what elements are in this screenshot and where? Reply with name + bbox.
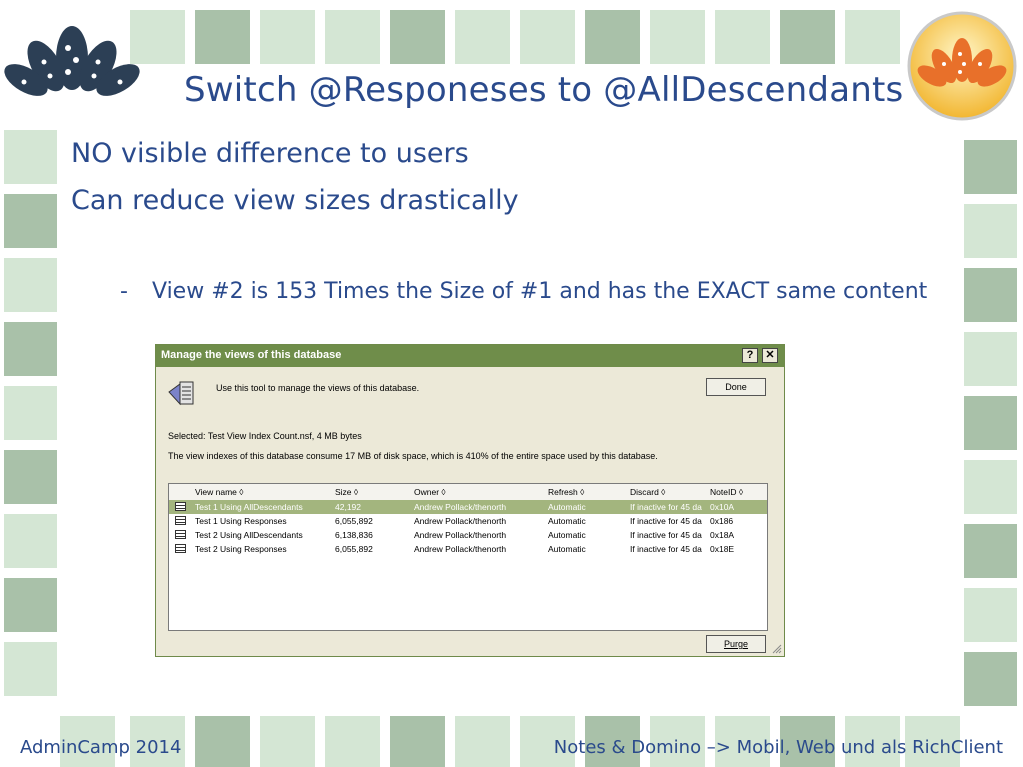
background-tile bbox=[4, 386, 57, 440]
column-view-name[interactable]: View name ◊ bbox=[195, 487, 243, 497]
slide-title: Switch @Responeses to @AllDescendants bbox=[184, 70, 904, 110]
background-tile bbox=[260, 716, 315, 767]
help-button[interactable]: ? bbox=[742, 348, 758, 363]
view-icon bbox=[175, 502, 186, 511]
cell-owner: Andrew Pollack/thenorth bbox=[414, 544, 507, 554]
background-tile bbox=[585, 10, 640, 64]
cell-view-name: Test 2 Using AllDescendants bbox=[195, 530, 303, 540]
manage-views-dialog: Manage the views of this database ? ✕ Us… bbox=[155, 344, 785, 657]
background-tile bbox=[4, 514, 57, 568]
cell-noteid: 0x18E bbox=[710, 544, 735, 554]
cell-view-name: Test 1 Using AllDescendants bbox=[195, 502, 303, 512]
bullet-2: Can reduce view sizes drastically bbox=[71, 185, 519, 216]
cell-noteid: 0x10A bbox=[710, 502, 735, 512]
background-tile bbox=[195, 716, 250, 767]
background-tile bbox=[650, 10, 705, 64]
background-tile bbox=[4, 578, 57, 632]
cell-size: 6,138,836 bbox=[335, 530, 373, 540]
column-refresh[interactable]: Refresh ◊ bbox=[548, 487, 584, 497]
background-tile bbox=[4, 450, 57, 504]
cell-view-name: Test 1 Using Responses bbox=[195, 516, 287, 526]
background-tile bbox=[520, 10, 575, 64]
view-icon bbox=[175, 530, 186, 539]
cell-discard: If inactive for 45 da bbox=[630, 530, 702, 540]
background-tile bbox=[964, 652, 1017, 706]
sub-bullet-text: View #2 is 153 Times the Size of #1 and … bbox=[152, 279, 928, 304]
background-tile bbox=[964, 268, 1017, 322]
background-tile bbox=[964, 332, 1017, 386]
background-tile bbox=[4, 322, 57, 376]
background-tile bbox=[325, 10, 380, 64]
background-tile bbox=[390, 10, 445, 64]
background-tile bbox=[845, 10, 900, 64]
selected-database: Selected: Test View Index Count.nsf, 4 M… bbox=[168, 431, 362, 441]
background-tile bbox=[4, 194, 57, 248]
lotus-logo-left bbox=[4, 26, 140, 96]
cell-refresh: Automatic bbox=[548, 544, 586, 554]
column-size[interactable]: Size ◊ bbox=[335, 487, 358, 497]
cell-noteid: 0x186 bbox=[710, 516, 734, 526]
footer-right: Notes & Domino –> Mobil, Web und als Ric… bbox=[553, 737, 1003, 758]
table-row[interactable]: Test 1 Using AllDescendants 42,192 Andre… bbox=[169, 500, 767, 514]
background-tile bbox=[964, 588, 1017, 642]
cell-size: 42,192 bbox=[335, 502, 361, 512]
cell-discard: If inactive for 45 da bbox=[630, 544, 702, 554]
cell-noteid: 0x18A bbox=[710, 530, 735, 540]
background-tile bbox=[780, 10, 835, 64]
column-owner[interactable]: Owner ◊ bbox=[414, 487, 446, 497]
background-tile bbox=[325, 716, 380, 767]
footer-left: AdminCamp 2014 bbox=[20, 737, 182, 758]
background-tile bbox=[964, 396, 1017, 450]
views-tool-icon bbox=[168, 381, 194, 406]
cell-owner: Andrew Pollack/thenorth bbox=[414, 530, 507, 540]
background-tile bbox=[964, 204, 1017, 258]
column-noteid[interactable]: NoteID ◊ bbox=[710, 487, 743, 497]
background-tile bbox=[260, 10, 315, 64]
background-tile bbox=[4, 258, 57, 312]
sub-bullet-dash: - bbox=[120, 279, 128, 304]
background-tile bbox=[964, 460, 1017, 514]
view-icon bbox=[175, 544, 186, 553]
bullet-1: NO visible difference to users bbox=[71, 138, 469, 169]
sub-bullet: - View #2 is 153 Times the Size of #1 and… bbox=[120, 279, 927, 304]
lotus-logo-right bbox=[907, 11, 1017, 121]
cell-owner: Andrew Pollack/thenorth bbox=[414, 516, 507, 526]
background-tile bbox=[4, 130, 57, 184]
background-tile bbox=[455, 10, 510, 64]
background-tile bbox=[4, 642, 57, 696]
cell-size: 6,055,892 bbox=[335, 544, 373, 554]
cell-owner: Andrew Pollack/thenorth bbox=[414, 502, 507, 512]
background-tile bbox=[715, 10, 770, 64]
dialog-title: Manage the views of this database bbox=[161, 349, 342, 361]
dialog-intro: Use this tool to manage the views of thi… bbox=[216, 383, 420, 393]
background-tile bbox=[455, 716, 510, 767]
cell-discard: If inactive for 45 da bbox=[630, 516, 702, 526]
cell-refresh: Automatic bbox=[548, 502, 586, 512]
column-discard[interactable]: Discard ◊ bbox=[630, 487, 665, 497]
table-row[interactable]: Test 1 Using Responses 6,055,892 Andrew … bbox=[169, 514, 767, 528]
cell-size: 6,055,892 bbox=[335, 516, 373, 526]
cell-view-name: Test 2 Using Responses bbox=[195, 544, 287, 554]
index-summary: The view indexes of this database consum… bbox=[168, 451, 658, 461]
close-button[interactable]: ✕ bbox=[762, 348, 778, 363]
cell-refresh: Automatic bbox=[548, 530, 586, 540]
background-tile bbox=[390, 716, 445, 767]
table-row[interactable]: Test 2 Using Responses 6,055,892 Andrew … bbox=[169, 542, 767, 556]
purge-button[interactable]: Purge bbox=[706, 635, 766, 653]
cell-refresh: Automatic bbox=[548, 516, 586, 526]
resize-grip-icon[interactable] bbox=[771, 643, 782, 654]
dialog-titlebar: Manage the views of this database ? ✕ bbox=[156, 345, 784, 367]
done-button[interactable]: Done bbox=[706, 378, 766, 396]
background-tile bbox=[964, 524, 1017, 578]
background-tile bbox=[964, 140, 1017, 194]
cell-discard: If inactive for 45 da bbox=[630, 502, 702, 512]
background-tile bbox=[195, 10, 250, 64]
list-header: View name ◊ Size ◊ Owner ◊ Refresh ◊ Dis… bbox=[169, 484, 767, 501]
view-icon bbox=[175, 516, 186, 525]
table-row[interactable]: Test 2 Using AllDescendants 6,138,836 An… bbox=[169, 528, 767, 542]
views-list[interactable]: View name ◊ Size ◊ Owner ◊ Refresh ◊ Dis… bbox=[168, 483, 768, 631]
